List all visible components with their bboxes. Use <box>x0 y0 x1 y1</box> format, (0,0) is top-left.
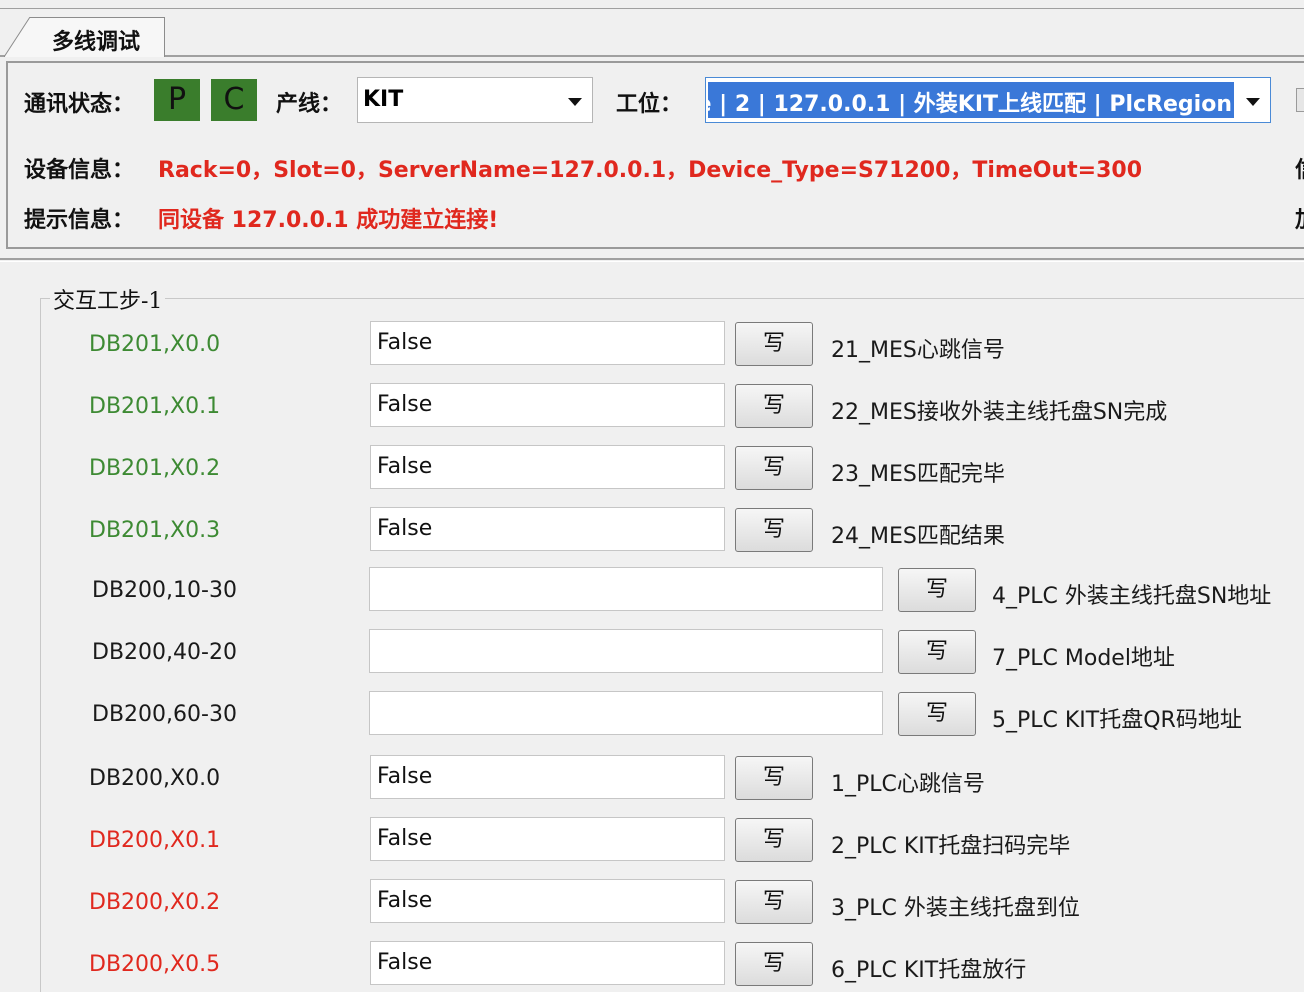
row-address: DB200,X0.5 <box>89 952 221 977</box>
value-text: False <box>377 888 433 913</box>
header-separator <box>0 258 1304 260</box>
value-text: False <box>377 826 433 851</box>
row-description: 6_PLC KIT托盘放行 <box>831 958 1027 983</box>
group-title: 交互工步-1 <box>50 283 166 315</box>
write-button[interactable]: 写 <box>735 322 813 366</box>
value-field[interactable]: False <box>370 941 725 985</box>
value-field[interactable] <box>369 567 883 611</box>
write-button[interactable]: 写 <box>735 818 813 862</box>
row-address: DB200,10-30 <box>92 578 237 603</box>
cut-off-button[interactable] <box>1296 88 1304 112</box>
row-description: 7_PLC Model地址 <box>992 646 1175 671</box>
write-button[interactable]: 写 <box>735 384 813 428</box>
row-description: 22_MES接收外装主线托盘SN完成 <box>831 400 1168 425</box>
station-select-highlight: e | 2 | 127.0.0.1 | 外装KIT上线匹配 | PlcRegio… <box>708 82 1234 118</box>
right-cut-label-2: 加 <box>1295 202 1304 234</box>
tab-strip-top-border <box>0 8 1304 9</box>
value-field[interactable]: False <box>370 445 725 489</box>
row-description: 2_PLC KIT托盘扫码完毕 <box>831 834 1071 859</box>
row-address: DB201,X0.2 <box>89 456 221 481</box>
row-address: DB200,40-20 <box>92 640 237 665</box>
value-field[interactable]: False <box>370 755 725 799</box>
chevron-down-icon <box>568 98 582 106</box>
row-address: DB201,X0.0 <box>89 332 221 357</box>
row-address: DB200,X0.0 <box>89 766 221 791</box>
value-text: False <box>377 950 433 975</box>
line-select[interactable]: KIT <box>357 77 593 123</box>
value-text: False <box>377 764 433 789</box>
write-button[interactable]: 写 <box>898 568 976 612</box>
tab-label: 多线调试 <box>52 30 141 55</box>
value-field[interactable]: False <box>370 321 725 365</box>
value-field[interactable]: False <box>370 817 725 861</box>
value-field[interactable]: False <box>370 879 725 923</box>
value-text: False <box>377 392 433 417</box>
value-text: False <box>377 330 433 355</box>
station-select-value: e | 2 | 127.0.0.1 | 外装KIT上线匹配 | PlcRegio… <box>708 92 1232 117</box>
row-address: DB201,X0.1 <box>89 394 221 419</box>
header-separator-highlight <box>0 261 1304 262</box>
plc-status-indicator: P <box>154 79 200 121</box>
station-select[interactable]: e | 2 | 127.0.0.1 | 外装KIT上线匹配 | PlcRegio… <box>705 77 1271 123</box>
row-address: DB200,X0.1 <box>89 828 221 853</box>
row-description: 24_MES匹配结果 <box>831 524 1005 549</box>
device-info-label: 设备信息： <box>24 158 135 183</box>
conn-status-indicator: C <box>211 79 257 121</box>
hint-info-value: 同设备 127.0.0.1 成功建立连接! <box>158 208 499 233</box>
line-select-value: KIT <box>363 87 404 112</box>
right-cut-label-1: 信 <box>1295 152 1304 184</box>
station-label: 工位： <box>616 92 683 117</box>
write-button[interactable]: 写 <box>898 692 976 736</box>
comm-status-label: 通讯状态： <box>24 92 135 117</box>
write-button[interactable]: 写 <box>735 756 813 800</box>
row-description: 3_PLC 外装主线托盘到位 <box>831 896 1080 921</box>
line-label: 产线： <box>276 92 343 117</box>
chevron-down-icon <box>1246 98 1260 106</box>
value-text: False <box>377 454 433 479</box>
write-button[interactable]: 写 <box>735 942 813 986</box>
write-button[interactable]: 写 <box>735 880 813 924</box>
value-field[interactable]: False <box>370 507 725 551</box>
row-description: 1_PLC心跳信号 <box>831 772 985 797</box>
row-address: DB200,X0.2 <box>89 890 221 915</box>
value-text: False <box>377 516 433 541</box>
row-address: DB200,60-30 <box>92 702 237 727</box>
row-description: 4_PLC 外装主线托盘SN地址 <box>992 584 1272 609</box>
value-field[interactable] <box>369 629 883 673</box>
value-field[interactable]: False <box>370 383 725 427</box>
write-button[interactable]: 写 <box>735 446 813 490</box>
row-description: 21_MES心跳信号 <box>831 338 1005 363</box>
value-field[interactable] <box>369 691 883 735</box>
tab-strip-bottom-border <box>0 55 1304 57</box>
device-info-value: Rack=0，Slot=0，ServerName=127.0.0.1，Devic… <box>158 158 1143 183</box>
row-description: 5_PLC KIT托盘QR码地址 <box>992 708 1242 733</box>
write-button[interactable]: 写 <box>735 508 813 552</box>
write-button[interactable]: 写 <box>898 630 976 674</box>
hint-info-label: 提示信息： <box>24 208 135 233</box>
row-description: 23_MES匹配完毕 <box>831 462 1005 487</box>
row-address: DB201,X0.3 <box>89 518 221 543</box>
